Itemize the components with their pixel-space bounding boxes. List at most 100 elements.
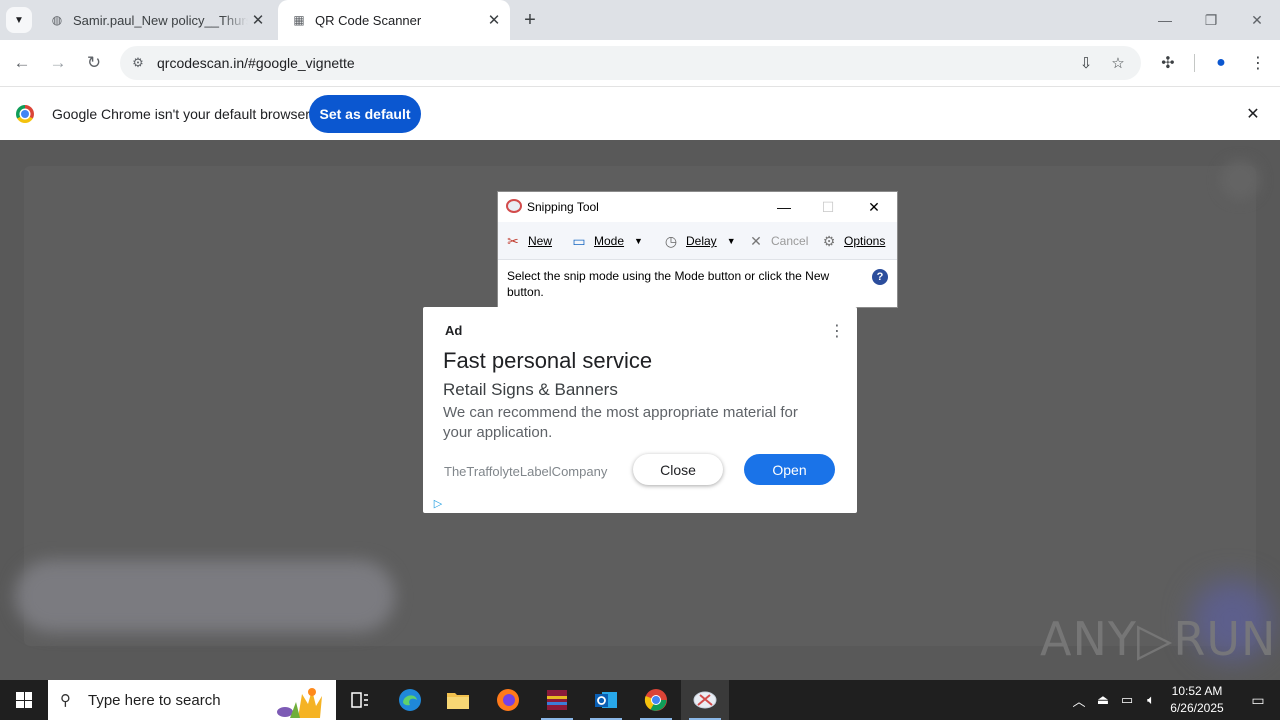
toolbar-divider [1194,54,1195,72]
new-snip-button[interactable]: ✂ New [502,230,552,252]
more-menu-icon[interactable]: ⋮ [1247,52,1269,74]
windows-taskbar: ⚲ Type here to search ︿ ⏏ ▭ 🔈︎ 10:52 AM … [0,680,1280,720]
snipping-tool-icon [693,691,717,709]
reload-icon[interactable]: ↻ [80,49,108,77]
winrar-taskbar-button[interactable] [533,680,581,720]
search-highlight-art-icon [277,688,322,718]
close-window-icon[interactable]: ✕ [1234,0,1280,40]
firefox-taskbar-button[interactable] [484,680,532,720]
vignette-ad-card: Ad ⋮ Fast personal service Retail Signs … [423,307,857,513]
task-view-button[interactable] [336,680,384,720]
cancel-label: Cancel [771,234,809,248]
close-tab-icon[interactable]: ✕ [248,10,268,30]
blurred-element [1220,160,1260,200]
network-icon[interactable]: ▭ [1116,680,1138,720]
chrome-taskbar-button[interactable] [632,680,680,720]
ad-headline[interactable]: Fast personal service [443,348,652,374]
close-tab-icon[interactable]: ✕ [484,10,504,30]
browser-toolbar: ← → ↻ ⚙ qrcodescan.in/#google_vignette ⇩… [0,40,1280,86]
file-explorer-taskbar-button[interactable] [434,680,482,720]
set-as-default-button[interactable]: Set as default [309,95,421,133]
task-view-icon [351,692,368,708]
anyrun-watermark: ANY▷RUN [1040,612,1277,666]
winrar-icon [547,690,567,710]
url-text[interactable]: qrcodescan.in/#google_vignette [157,55,355,71]
back-arrow-icon[interactable]: ← [8,49,36,77]
snipping-tool-taskbar-button[interactable] [681,680,729,720]
restore-icon[interactable]: ❐ [1188,0,1234,40]
search-icon: ⚲ [60,692,71,709]
snipping-tool-titlebar[interactable]: Snipping Tool — ☐ ✕ [498,192,897,222]
clock-date: 6/26/2025 [1170,701,1224,715]
bookmark-star-icon[interactable]: ☆ [1108,53,1128,73]
tab-strip: ▼ ◍ Samir.paul_New policy__Thursd ✕ ▦ QR… [0,0,1280,40]
volume-icon[interactable]: 🔈︎ [1140,680,1162,720]
tab-qr-code-scanner[interactable]: ▦ QR Code Scanner ✕ [278,0,510,40]
taskbar-clock[interactable]: 10:52 AM 6/26/2025 [1160,683,1234,717]
ad-more-icon[interactable]: ⋮ [827,321,847,341]
tab-title: Samir.paul_New policy__Thursd [73,12,248,28]
ad-advertiser[interactable]: TheTraffolyteLabelCompany [444,464,607,479]
outlook-icon [595,692,617,708]
default-browser-infobar: Google Chrome isn't your default browser… [0,86,1280,140]
mode-label: Mode [594,234,625,248]
install-app-icon[interactable]: ⇩ [1076,53,1096,73]
tab-title: QR Code Scanner [315,12,422,28]
help-icon[interactable]: ? [872,269,888,285]
folder-icon [447,693,469,709]
clock-icon: ◷ [664,232,678,249]
profile-icon[interactable]: ● [1210,52,1232,74]
new-tab-button[interactable]: + [518,8,542,32]
dropdown-caret-icon: ▼ [726,236,736,246]
ad-close-button[interactable]: Close [633,454,723,485]
delay-label: Delay [686,234,717,248]
extensions-icon[interactable]: ✣ [1157,52,1179,74]
search-placeholder: Type here to search [88,691,221,709]
usb-device-icon[interactable]: ⏏ [1092,680,1114,720]
edge-taskbar-button[interactable] [386,680,434,720]
taskbar-search-box[interactable]: ⚲ Type here to search [48,680,336,720]
notification-center-icon[interactable]: ▭ [1236,680,1280,720]
mode-button[interactable]: ▭ Mode ▼ [568,230,643,252]
address-bar[interactable]: ⚙ qrcodescan.in/#google_vignette ⇩ ☆ [120,46,1141,80]
ad-open-button[interactable]: Open [744,454,835,485]
delay-button[interactable]: ◷ Delay ▼ [660,230,736,252]
new-label: New [528,234,553,248]
ad-subheadline[interactable]: Retail Signs & Banners [443,380,618,400]
blurred-element [15,560,395,632]
minimize-icon[interactable]: — [1142,0,1188,40]
ad-label: Ad [445,323,463,338]
edge-icon [399,689,421,711]
site-settings-icon[interactable]: ⚙ [128,53,148,73]
adchoices-icon[interactable]: ▷ [431,496,445,510]
cancel-snip-button: ✕ Cancel [745,230,808,252]
scissors-icon: ✂ [507,232,519,249]
page-icon: ▦ [293,13,305,27]
start-button[interactable] [0,680,48,720]
forward-arrow-icon[interactable]: → [44,49,72,77]
snipping-tool-window: Snipping Tool — ☐ ✕ ✂ New ▭ Mode ▼ ◷ Del… [497,191,898,308]
close-window-icon[interactable]: ✕ [852,192,896,222]
options-label: Options [844,234,886,248]
maximize-icon: ☐ [821,198,835,215]
windows-logo-icon [16,692,32,708]
window-title: Snipping Tool [527,200,599,214]
infobar-message: Google Chrome isn't your default browser [52,106,310,122]
chrome-logo-icon [16,105,34,123]
tab-search-button[interactable]: ▼ [6,7,32,33]
rectangle-mode-icon: ▭ [572,232,586,249]
cancel-x-icon: ✕ [750,232,762,249]
chrome-icon [644,689,667,711]
tab-samir-paul[interactable]: ◍ Samir.paul_New policy__Thursd ✕ [36,0,274,40]
options-button[interactable]: ⚙ Options [818,230,886,252]
show-hidden-icons-caret-icon[interactable]: ︿ [1068,680,1090,720]
snip-instructions: Select the snip mode using the Mode butt… [507,269,830,299]
snipping-toolbar: ✂ New ▭ Mode ▼ ◷ Delay ▼ ✕ Cancel ⚙ Opti… [498,222,897,260]
gear-icon: ⚙ [822,232,836,249]
ad-description: We can recommend the most appropriate ma… [443,404,798,441]
firefox-icon [497,689,519,711]
infobar-close-icon[interactable]: ✕ [1242,103,1264,125]
minimize-icon[interactable]: — [762,192,806,222]
outlook-taskbar-button[interactable] [582,680,630,720]
clock-time: 10:52 AM [1171,684,1223,698]
